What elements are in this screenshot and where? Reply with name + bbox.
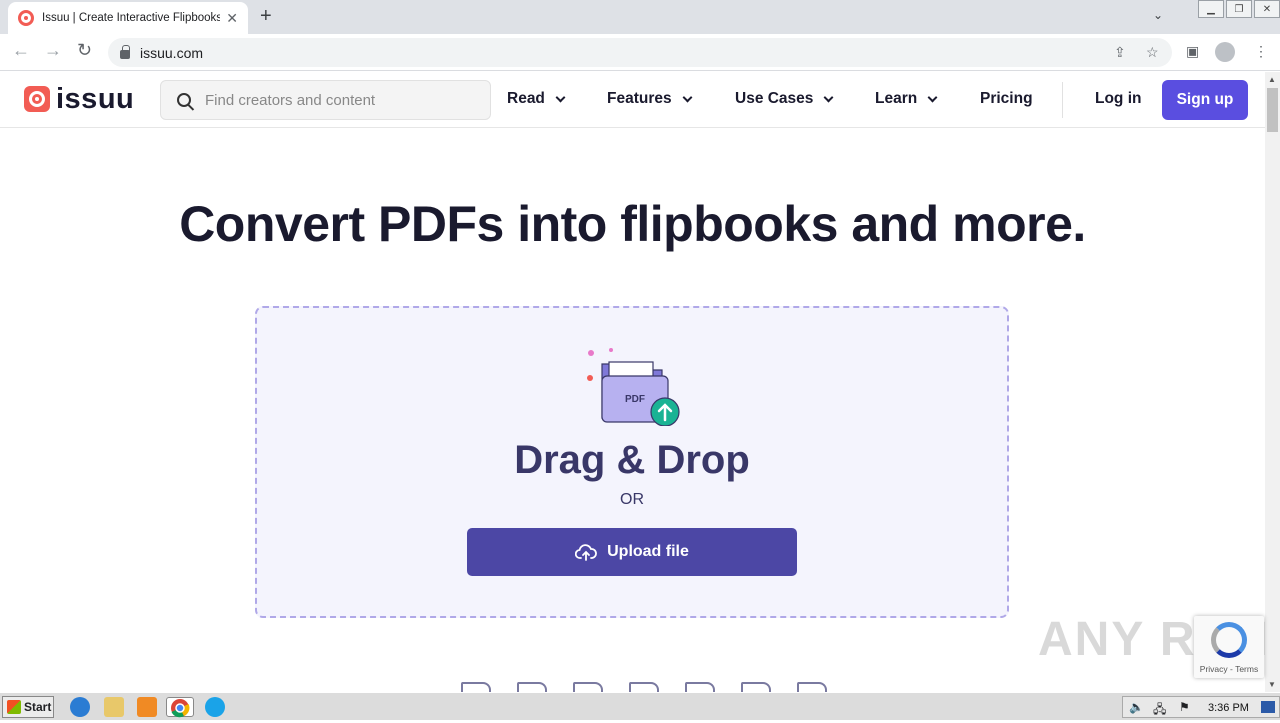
chrome-icon	[171, 699, 190, 718]
scroll-up-arrow-icon[interactable]: ▲	[1268, 75, 1276, 84]
profile-avatar-icon[interactable]	[1215, 42, 1235, 62]
nav-pricing[interactable]: Pricing	[980, 90, 1033, 108]
reload-icon[interactable]: ↻	[77, 40, 92, 61]
page-headline: Convert PDFs into flipbooks and more.	[179, 196, 1086, 252]
tab-close-icon[interactable]: ✕	[226, 10, 238, 27]
document-icon	[461, 682, 491, 692]
search-icon	[177, 93, 191, 107]
login-link[interactable]: Log in	[1095, 90, 1142, 108]
search-input[interactable]	[205, 91, 465, 109]
login-label: Log in	[1095, 90, 1142, 107]
file-explorer-icon[interactable]	[104, 697, 124, 717]
issuu-favicon-icon	[18, 10, 34, 26]
browser-tab-strip: Issuu | Create Interactive Flipbooks ✕ +…	[0, 0, 1280, 34]
issuu-logo-icon	[24, 86, 50, 112]
nav-use-cases-label: Use Cases	[735, 90, 814, 107]
chevron-down-icon	[682, 92, 693, 102]
windows-taskbar: Start 🔈 🖧 ⚑ 3:36 PM	[0, 692, 1280, 720]
upload-file-button[interactable]: Upload file	[467, 528, 797, 576]
header-divider	[1062, 82, 1063, 118]
chrome-taskbar-button[interactable]	[166, 697, 194, 718]
nav-pricing-label: Pricing	[980, 90, 1033, 107]
taskbar-clock: 3:36 PM	[1208, 702, 1249, 714]
forward-arrow-icon[interactable]: →	[44, 40, 62, 61]
nav-features[interactable]: Features	[607, 90, 693, 108]
windows-logo-icon	[7, 700, 21, 714]
logo-text: issuu	[56, 83, 135, 115]
internet-explorer-icon[interactable]	[70, 697, 90, 717]
site-header: issuu Read Features Use Cases Learn Pric…	[0, 72, 1265, 128]
start-label: Start	[24, 700, 52, 714]
chrome-menu-icon[interactable]: ⋮	[1254, 43, 1268, 60]
address-bar[interactable]: issuu.com ⇪ ☆	[108, 38, 1172, 67]
nav-use-cases[interactable]: Use Cases	[735, 90, 834, 108]
drag-drop-title: Drag & Drop	[514, 438, 750, 482]
document-icon	[741, 682, 771, 692]
nav-read[interactable]: Read	[507, 90, 566, 108]
signup-button[interactable]: Sign up	[1162, 80, 1248, 120]
tab-title: Issuu | Create Interactive Flipbooks	[42, 12, 220, 24]
url-text[interactable]: issuu.com	[140, 45, 203, 61]
pdf-dropzone[interactable]: PDF Drag & Drop OR Upload file	[255, 306, 1009, 618]
system-tray: 🔈 🖧 ⚑	[1122, 696, 1280, 718]
share-icon[interactable]: ⇪	[1114, 44, 1126, 61]
or-separator: OR	[620, 491, 644, 508]
browser-toolbar: ← → ↻ issuu.com ⇪ ☆ ▣ ⋮	[0, 34, 1280, 71]
nav-features-label: Features	[607, 90, 672, 107]
volume-icon[interactable]: 🔈	[1129, 700, 1144, 714]
nav-read-label: Read	[507, 90, 545, 107]
close-window-icon[interactable]: ✕	[1254, 0, 1280, 18]
scrollbar-thumb[interactable]	[1267, 88, 1278, 132]
pdf-folder-upload-icon: PDF	[587, 348, 680, 426]
side-panel-icon[interactable]: ▣	[1186, 43, 1199, 60]
network-icon[interactable]: 🖧	[1153, 700, 1166, 721]
chevron-down-icon	[555, 92, 566, 102]
recaptcha-icon	[1211, 622, 1247, 658]
restore-icon[interactable]: ❐	[1226, 0, 1252, 18]
chevron-down-icon	[823, 92, 834, 102]
minimize-icon[interactable]: ▁	[1198, 0, 1224, 18]
cloud-upload-icon	[575, 544, 598, 561]
start-button[interactable]: Start	[2, 696, 54, 718]
document-icon	[797, 682, 827, 692]
bookmark-star-icon[interactable]: ☆	[1146, 44, 1159, 61]
show-desktop-icon[interactable]	[1261, 701, 1275, 713]
window-controls: ▁ ❐ ✕	[1196, 0, 1280, 20]
back-arrow-icon[interactable]: ←	[12, 40, 30, 61]
flag-icon[interactable]: ⚑	[1179, 700, 1190, 714]
new-tab-button[interactable]: +	[260, 5, 272, 28]
issuu-logo[interactable]: issuu	[24, 83, 135, 115]
scroll-down-arrow-icon[interactable]: ▼	[1268, 680, 1276, 689]
document-icon	[629, 682, 659, 692]
browser-tab[interactable]: Issuu | Create Interactive Flipbooks ✕	[8, 2, 248, 34]
page-scrollbar[interactable]: ▲ ▼	[1265, 72, 1280, 692]
edge-icon[interactable]	[205, 697, 225, 717]
document-icon	[685, 682, 715, 692]
chevron-down-icon	[927, 92, 938, 102]
lock-icon[interactable]	[120, 45, 130, 59]
pdf-icon-label: PDF	[625, 394, 645, 405]
tab-search-chevron-icon[interactable]: ⌄	[1153, 8, 1163, 22]
recaptcha-badge[interactable]: Privacy - Terms	[1194, 616, 1264, 678]
document-icon	[517, 682, 547, 692]
recaptcha-links[interactable]: Privacy - Terms	[1194, 664, 1264, 674]
media-player-icon[interactable]	[137, 697, 157, 717]
document-icon	[573, 682, 603, 692]
upload-file-label: Upload file	[607, 543, 689, 560]
search-box[interactable]	[160, 80, 491, 120]
nav-learn-label: Learn	[875, 90, 918, 107]
nav-learn[interactable]: Learn	[875, 90, 938, 108]
